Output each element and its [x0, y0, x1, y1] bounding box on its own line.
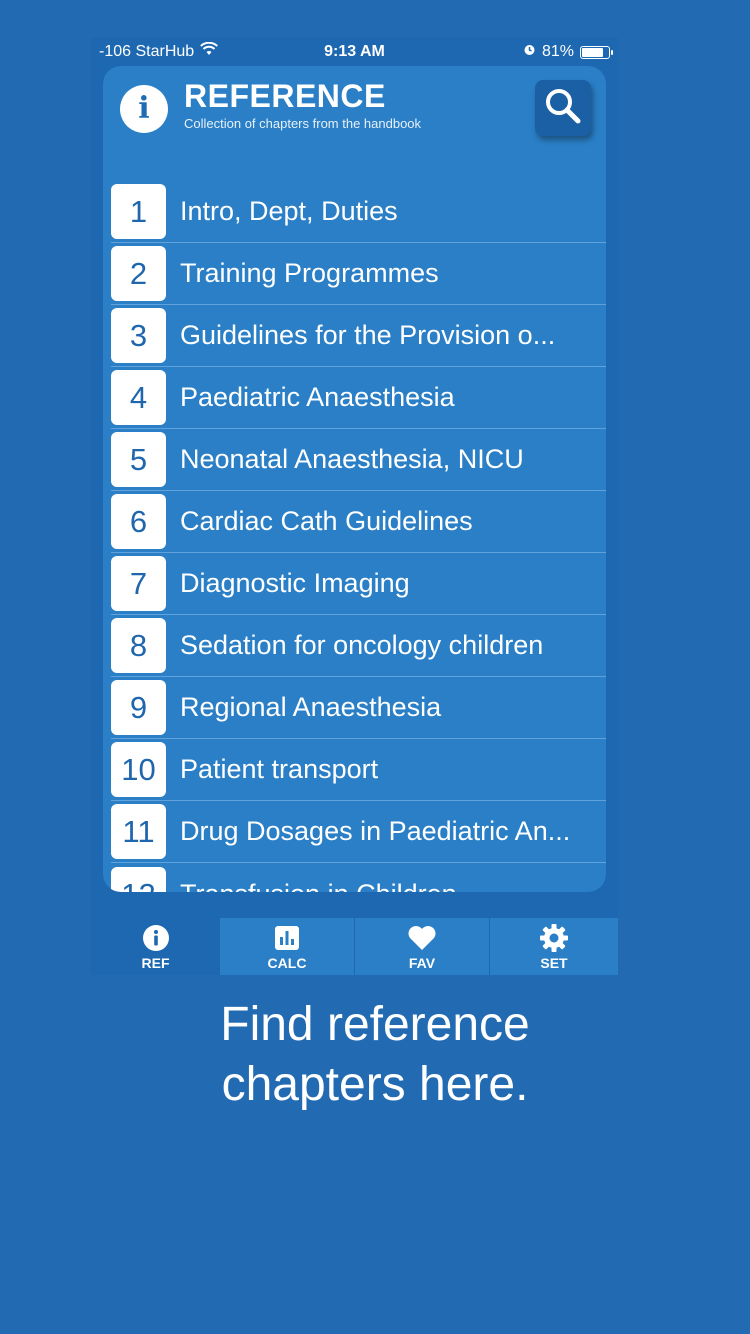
chapter-title: Guidelines for the Provision o...	[180, 320, 556, 350]
chapter-title: Cardiac Cath Guidelines	[180, 506, 473, 536]
chapter-number: 10	[111, 742, 166, 797]
page-title: REFERENCE	[184, 78, 386, 114]
reference-header: i REFERENCE Collection of chapters from …	[103, 66, 606, 176]
tab-label: FAV	[408, 955, 436, 971]
info-icon: i	[120, 85, 168, 133]
chapter-row[interactable]: 8 Sedation for oncology children	[111, 615, 606, 677]
chapter-number: 11	[111, 804, 166, 859]
chapter-number: 1	[111, 184, 166, 239]
tab-ref[interactable]: REF	[91, 918, 220, 975]
chapter-row[interactable]: 12 Transfusion in Children	[111, 863, 606, 892]
search-button[interactable]	[535, 80, 591, 136]
chapter-list: 1 Intro, Dept, Duties 2 Training Program…	[111, 181, 606, 892]
tab-label: SET	[540, 955, 568, 971]
chapter-number: 6	[111, 494, 166, 549]
chapter-title: Paediatric Anaesthesia	[180, 382, 455, 412]
chapter-title: Drug Dosages in Paediatric An...	[180, 816, 571, 846]
chapter-number: 3	[111, 308, 166, 363]
promo-caption: Find reference chapters here.	[0, 995, 750, 1115]
chapter-row[interactable]: 3 Guidelines for the Provision o...	[111, 305, 606, 367]
chapter-number: 5	[111, 432, 166, 487]
tab-label: REF	[141, 955, 170, 971]
status-right: 81%	[523, 38, 613, 66]
chapter-row[interactable]: 9 Regional Anaesthesia	[111, 677, 606, 739]
chapter-title: Sedation for oncology children	[180, 630, 544, 660]
chapter-number: 9	[111, 680, 166, 735]
chapter-number: 7	[111, 556, 166, 611]
heart-icon	[407, 924, 437, 952]
chapter-row[interactable]: 7 Diagnostic Imaging	[111, 553, 606, 615]
caption-line-1: Find reference	[220, 998, 530, 1051]
chapter-title: Intro, Dept, Duties	[180, 196, 398, 226]
tab-set[interactable]: SET	[490, 918, 618, 975]
battery-percent: 81%	[541, 43, 574, 60]
chapter-row[interactable]: 6 Cardiac Cath Guidelines	[111, 491, 606, 553]
tab-bar: REF CALC FAV SET	[91, 918, 618, 975]
chapter-title: Neonatal Anaesthesia, NICU	[180, 444, 524, 474]
reference-card: i REFERENCE Collection of chapters from …	[103, 66, 606, 892]
chapter-row[interactable]: 5 Neonatal Anaesthesia, NICU	[111, 429, 606, 491]
search-icon	[542, 85, 584, 132]
chapter-title: Diagnostic Imaging	[180, 568, 410, 598]
info-icon	[142, 924, 170, 952]
chapter-number: 12	[111, 866, 166, 892]
chapter-row[interactable]: 10 Patient transport	[111, 739, 606, 801]
chapter-number: 4	[111, 370, 166, 425]
page-subtitle: Collection of chapters from the handbook	[184, 116, 422, 131]
status-bar: -106 StarHub 9:13 AM 81%	[91, 38, 618, 66]
tab-calc[interactable]: CALC	[220, 918, 354, 975]
caption-line-2: chapters here.	[221, 1058, 529, 1111]
chapter-row[interactable]: 4 Paediatric Anaesthesia	[111, 367, 606, 429]
app-screen: -106 StarHub 9:13 AM 81% i REFERENCE Col…	[91, 38, 618, 975]
battery-icon	[580, 45, 613, 59]
chapter-number: 2	[111, 246, 166, 301]
chapter-number: 8	[111, 618, 166, 673]
chapter-row[interactable]: 2 Training Programmes	[111, 243, 606, 305]
alarm-icon	[523, 38, 536, 66]
chapter-title: Regional Anaesthesia	[180, 692, 442, 722]
chapter-title: Training Programmes	[180, 258, 439, 288]
chapter-title: Transfusion in Children	[180, 879, 590, 893]
tab-fav[interactable]: FAV	[355, 918, 489, 975]
gear-icon	[539, 924, 569, 952]
chapter-title: Patient transport	[180, 754, 379, 784]
tab-label: CALC	[267, 955, 307, 971]
calculator-icon	[274, 924, 300, 952]
chapter-row[interactable]: 11 Drug Dosages in Paediatric An...	[111, 801, 606, 863]
chapter-row[interactable]: 1 Intro, Dept, Duties	[111, 181, 606, 243]
